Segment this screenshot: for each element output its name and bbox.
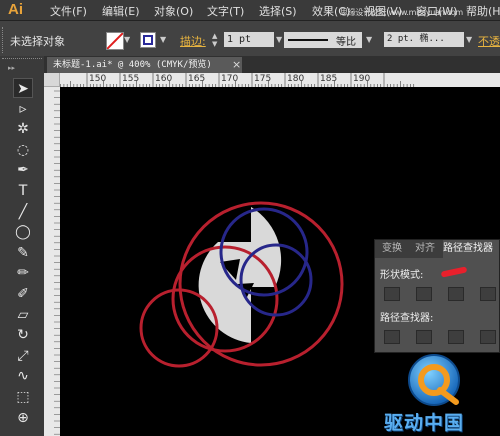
brand-watermark: 驱动中国 (384, 412, 465, 434)
toolbox: ▸▸ ➤ ▹ ✲ ◌ ✒ T ╱ ◯ ✎ ✏ ✐ ▱ ↻ ⤢ ∿ ⬚ ⊕ (0, 56, 45, 436)
menu-type[interactable]: 文字(T) (207, 3, 244, 19)
brand-logo-icon (408, 354, 460, 406)
document-tab[interactable]: 未标题-1.ai* @ 400% (CMYK/预览) (47, 57, 242, 73)
small-red-circle[interactable] (139, 288, 219, 368)
highlight-annotation (440, 266, 468, 278)
selection-tool-icon[interactable]: ➤ (13, 78, 33, 98)
ruler-origin[interactable] (44, 73, 60, 87)
warp-tool-icon[interactable]: ∿ (13, 366, 33, 386)
ruler-tick-label: 150 (89, 74, 107, 84)
merge-button[interactable] (448, 330, 464, 344)
crop-button[interactable] (480, 330, 496, 344)
tab-pathfinder[interactable]: 路径查找器 (443, 240, 499, 258)
stroke-weight-input[interactable]: 1 pt (224, 32, 274, 47)
ellipse-tool-icon[interactable]: ◯ (13, 222, 33, 242)
tab-align[interactable]: 对齐 (409, 240, 441, 258)
ruler-tick-label: 190 (353, 74, 371, 84)
type-tool-icon[interactable]: T (13, 181, 33, 201)
pathfinders-label: 路径查找器: (380, 313, 434, 324)
scale-tool-icon[interactable]: ⤢ (13, 346, 33, 366)
chevron-down-icon[interactable]: ▼ (160, 35, 166, 44)
direct-selection-tool-icon[interactable]: ▹ (13, 99, 33, 119)
ruler-tick-label: 155 (122, 74, 140, 84)
shape-builder-tool-icon[interactable]: ⊕ (13, 408, 33, 428)
blob-brush-tool-icon[interactable]: ✐ (13, 284, 33, 304)
site-watermark: 思缘设计论坛 www.missyuan.com (340, 8, 463, 17)
lasso-tool-icon[interactable]: ◌ (13, 140, 33, 160)
menu-edit[interactable]: 编辑(E) (102, 3, 140, 19)
opacity-label[interactable]: 不透 (478, 33, 500, 49)
menu-select[interactable]: 选择(S) (259, 3, 297, 19)
vertical-ruler (44, 87, 60, 436)
control-bar: 未选择对象 ▼ ▼ 描边: ▲ ▼ 1 pt ▼ 等比 ▼ 2 pt. 椭... … (0, 21, 500, 60)
variable-width-profile[interactable]: 等比 (284, 32, 362, 48)
rotate-tool-icon[interactable]: ↻ (13, 325, 33, 345)
ruler-tick-label: 185 (320, 74, 338, 84)
app-logo: Ai (8, 1, 23, 18)
ruler-tick-label: 160 (155, 74, 173, 84)
line-tool-icon[interactable]: ╱ (13, 202, 33, 222)
tab-transform[interactable]: 变换 (377, 240, 407, 258)
chevron-down-icon[interactable]: ▼ (276, 35, 282, 44)
chevron-down-icon[interactable]: ▼ (366, 35, 372, 44)
toolbox-grip (2, 58, 42, 63)
grip-icon (2, 27, 6, 53)
fill-swatch[interactable] (106, 32, 124, 50)
intersect-button[interactable] (448, 287, 464, 301)
menu-file[interactable]: 文件(F) (50, 3, 87, 19)
exclude-button[interactable] (480, 287, 496, 301)
chevron-down-icon[interactable]: ▼ (124, 35, 130, 44)
ruler-tick-label: 175 (254, 74, 272, 84)
paintbrush-tool-icon[interactable]: ✎ (13, 243, 33, 263)
ruler-tick-label: 165 (188, 74, 206, 84)
menu-bar: Ai 文件(F) 编辑(E) 对象(O) 文字(T) 选择(S) 效果(C) 视… (0, 0, 500, 21)
chevron-down-icon[interactable]: ▼ (466, 35, 472, 44)
pathfinder-panel: 变换 对齐 路径查找器 形状模式: 路径查找器: (374, 239, 500, 353)
magic-wand-tool-icon[interactable]: ✲ (13, 119, 33, 139)
stroke-color-icon (143, 35, 153, 45)
ruler-tick-label: 170 (221, 74, 239, 84)
pencil-tool-icon[interactable]: ✏ (13, 263, 33, 283)
menu-help[interactable]: 帮助(H) (466, 3, 500, 19)
profile-label: 等比 (336, 37, 356, 48)
brush-label: 2 pt. 椭... (387, 34, 445, 44)
profile-line-icon (288, 39, 328, 41)
trim-button[interactable] (416, 330, 432, 344)
minus-front-button[interactable] (416, 287, 432, 301)
vertical-ruler-ticks (54, 90, 60, 435)
stroke-label[interactable]: 描边: (180, 33, 206, 49)
document-title: 未标题-1.ai* @ 400% (CMYK/预览) (53, 60, 212, 70)
free-transform-tool-icon[interactable]: ⬚ (13, 387, 33, 407)
collapse-icon[interactable]: ▸▸ (8, 64, 15, 72)
pen-tool-icon[interactable]: ✒ (13, 160, 33, 180)
ruler-tick-label: 180 (287, 74, 305, 84)
tool-list: ➤ ▹ ✲ ◌ ✒ T ╱ ◯ ✎ ✏ ✐ ▱ ↻ ⤢ ∿ ⬚ ⊕ (0, 78, 44, 436)
none-fill-icon (107, 33, 123, 49)
menu-object[interactable]: 对象(O) (154, 3, 193, 19)
brush-definition[interactable]: 2 pt. 椭... (384, 32, 464, 47)
close-tab-icon[interactable]: × (232, 58, 241, 71)
eraser-tool-icon[interactable]: ▱ (13, 305, 33, 325)
shape-modes-label: 形状模式: (380, 270, 424, 281)
selection-status: 未选择对象 (10, 35, 65, 48)
unite-button[interactable] (384, 287, 400, 301)
stroke-swatch[interactable] (140, 32, 156, 48)
stroke-stepper[interactable]: ▲ ▼ (212, 32, 221, 48)
divide-button[interactable] (384, 330, 400, 344)
